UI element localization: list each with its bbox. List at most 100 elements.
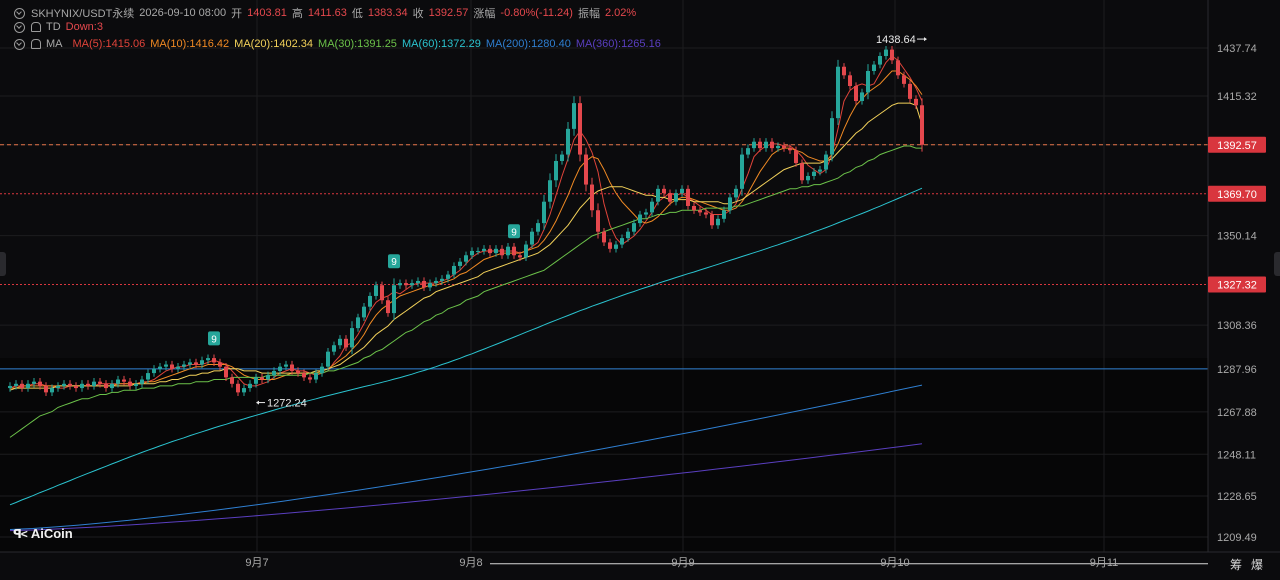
chip-distribution-button[interactable]: 筹 <box>1230 556 1242 573</box>
ma-toggle-icon[interactable] <box>14 38 25 50</box>
candle-body <box>146 373 150 380</box>
candle-body <box>602 231 606 243</box>
candle-body <box>536 223 540 232</box>
candle-body <box>908 83 912 99</box>
candle-body <box>728 197 732 211</box>
candle-body <box>362 306 366 318</box>
candle-body <box>656 188 660 202</box>
candle-body <box>20 383 24 389</box>
candle-body <box>170 364 174 369</box>
x-tick-label: 9月7 <box>245 557 268 569</box>
logo-mark-icon: ꟼ< <box>13 526 28 541</box>
high-price-marker: 1438.64 <box>876 34 916 46</box>
candle-body <box>26 383 30 389</box>
candle-body <box>98 381 102 384</box>
candle-body <box>458 261 462 266</box>
close-label: 收 <box>412 8 424 20</box>
candle-body <box>368 295 372 307</box>
candle-body <box>914 98 918 106</box>
candle-body <box>110 383 114 389</box>
liquidation-button[interactable]: 爆 <box>1251 556 1263 573</box>
candle-body <box>548 180 552 202</box>
td-label[interactable]: TD <box>46 21 61 33</box>
symbol-name[interactable]: SKHYNIX/USDT永续 <box>31 5 134 21</box>
td-toggle-icon[interactable] <box>14 21 25 33</box>
candle-body <box>44 385 48 393</box>
low-price-marker: 1272.24 <box>267 398 307 410</box>
candle-body <box>434 280 438 284</box>
candle-body <box>278 366 282 371</box>
left-panel-handle[interactable] <box>0 252 6 276</box>
candle-body <box>590 184 594 211</box>
y-tick-label: 1287.96 <box>1217 364 1257 376</box>
candle-body <box>428 283 432 288</box>
candle-body <box>614 244 618 249</box>
candle-body <box>308 377 312 380</box>
ma200-legend: MA(200):1280.40 <box>485 38 571 50</box>
td-alert-icon[interactable] <box>31 22 41 32</box>
candle-body <box>68 383 72 386</box>
candle-body <box>320 366 324 374</box>
right-panel-handle[interactable] <box>1274 252 1280 276</box>
ma-label[interactable]: MA <box>46 38 63 50</box>
candle-body <box>554 160 558 181</box>
candle-body <box>572 103 576 129</box>
td-value: Down:3 <box>65 21 103 33</box>
candle-body <box>194 362 198 365</box>
candle-body <box>164 364 168 367</box>
candle-body <box>632 223 636 232</box>
low-label: 低 <box>351 8 363 20</box>
candle-body <box>92 381 96 386</box>
lower-shade <box>0 358 1208 552</box>
price-chart[interactable]: 9 9 9 1438.64 1272.24 1437.74 1415.32 1350.14 1… <box>0 0 1280 580</box>
candle-body <box>506 246 510 256</box>
candle-body <box>872 64 876 72</box>
candle-body <box>644 212 648 215</box>
td-signal-label: 9 <box>391 257 397 268</box>
candle-body <box>140 379 144 384</box>
candle-body <box>530 231 534 245</box>
candle-body <box>284 364 288 367</box>
candle-body <box>440 278 444 281</box>
candle-body <box>800 163 804 181</box>
candle-body <box>452 265 456 275</box>
candle-body <box>878 56 882 65</box>
candle-body <box>326 351 330 367</box>
candle-body <box>848 75 852 87</box>
candle-body <box>704 212 708 215</box>
candle-body <box>50 388 54 393</box>
ma60-legend: MA(60):1372.29 <box>401 38 481 50</box>
candle-body <box>74 385 78 389</box>
amplitude-value: 2.02% <box>604 7 637 19</box>
candle-body <box>494 248 498 254</box>
candle-body <box>692 205 696 211</box>
collapse-toggle-icon[interactable] <box>14 7 25 19</box>
y-tick-label: 1209.49 <box>1217 532 1257 544</box>
candle-body <box>824 154 828 170</box>
candle-body <box>902 75 906 84</box>
candle-body <box>866 71 870 93</box>
ma10-legend: MA(10):1416.42 <box>150 38 230 50</box>
candle-body <box>782 145 786 149</box>
candle-body <box>890 49 894 61</box>
candle-body <box>662 188 666 194</box>
candle-body <box>296 370 300 374</box>
candle-body <box>740 154 744 189</box>
candle-body <box>266 375 270 380</box>
candle-body <box>578 103 582 155</box>
candle-body <box>758 141 762 149</box>
ma-alert-icon[interactable] <box>31 39 41 49</box>
candle-datetime: 2026-09-10 08:00 <box>139 7 227 19</box>
candle-body <box>770 141 774 149</box>
ma30-legend: MA(30):1391.25 <box>318 38 397 50</box>
candle-body <box>638 214 642 224</box>
candle-body <box>626 231 630 239</box>
candle-body <box>62 383 66 386</box>
td-indicator-row: TD Down:3 <box>14 21 108 33</box>
open-value: 1403.81 <box>247 7 287 19</box>
candle-body <box>608 242 612 249</box>
candle-body <box>122 379 126 382</box>
open-label: 开 <box>231 8 243 20</box>
y-tick-label: 1248.11 <box>1217 449 1256 461</box>
candle-body <box>14 383 18 386</box>
